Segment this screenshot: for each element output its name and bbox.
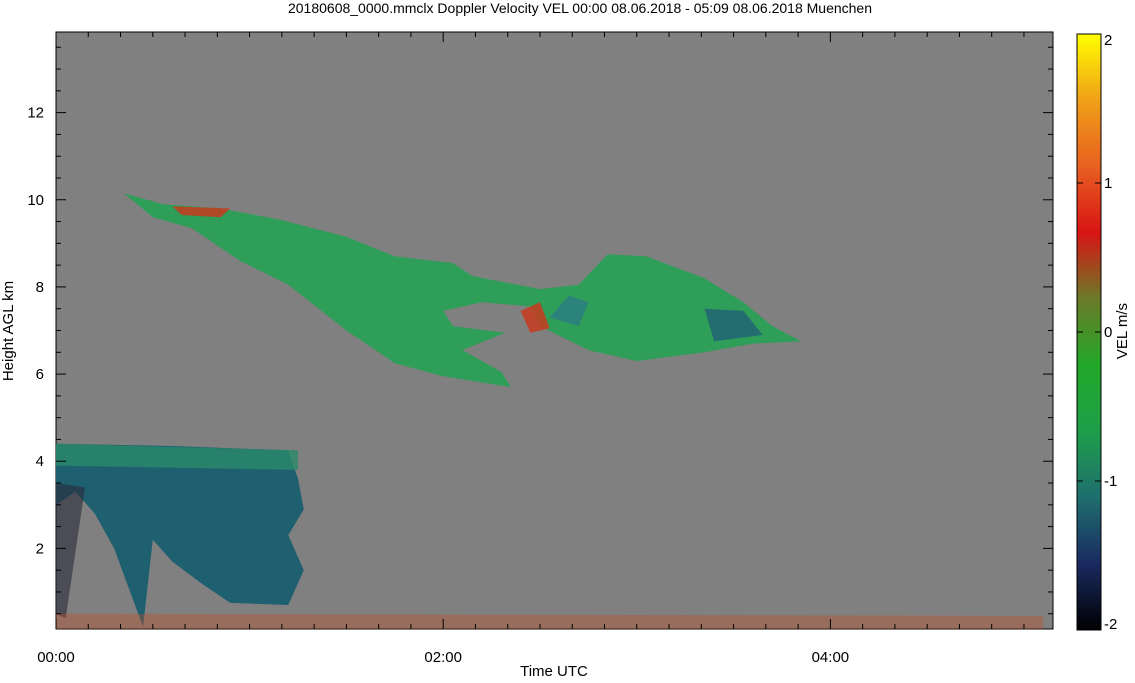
x-axis-label: Time UTC: [520, 663, 588, 678]
x-tick-label: 04:00: [812, 649, 850, 666]
x-axis: 00:00 02:00 04:00: [37, 649, 849, 666]
y-axis-label: Height AGL km: [0, 281, 17, 381]
y-tick-label: 6: [36, 366, 44, 383]
colorbar-tick-label: 0: [1104, 324, 1112, 341]
y-axis: 2 4 6 8 10 12: [27, 105, 44, 558]
x-tick-label: 00:00: [37, 649, 75, 666]
chart-title: 20180608_0000.mmclx Doppler Velocity VEL…: [288, 0, 872, 16]
doppler-velocity-chart: 20180608_0000.mmclx Doppler Velocity VEL…: [0, 0, 1135, 680]
colorbar-label: VEL m/s: [1114, 303, 1131, 359]
chart-svg: 20180608_0000.mmclx Doppler Velocity VEL…: [0, 0, 1131, 680]
y-tick-label: 10: [27, 192, 44, 209]
y-tick-label: 8: [36, 279, 44, 296]
colorbar-tick-label: -1: [1104, 473, 1117, 490]
colorbar-tick-label: 1: [1104, 175, 1112, 192]
y-tick-label: 4: [36, 453, 44, 470]
y-tick-label: 2: [36, 540, 44, 557]
colorbar-tick-label: -2: [1104, 616, 1117, 633]
y-tick-label: 12: [27, 105, 44, 122]
colorbar-tick-label: 2: [1104, 32, 1112, 49]
x-tick-label: 02:00: [424, 649, 462, 666]
